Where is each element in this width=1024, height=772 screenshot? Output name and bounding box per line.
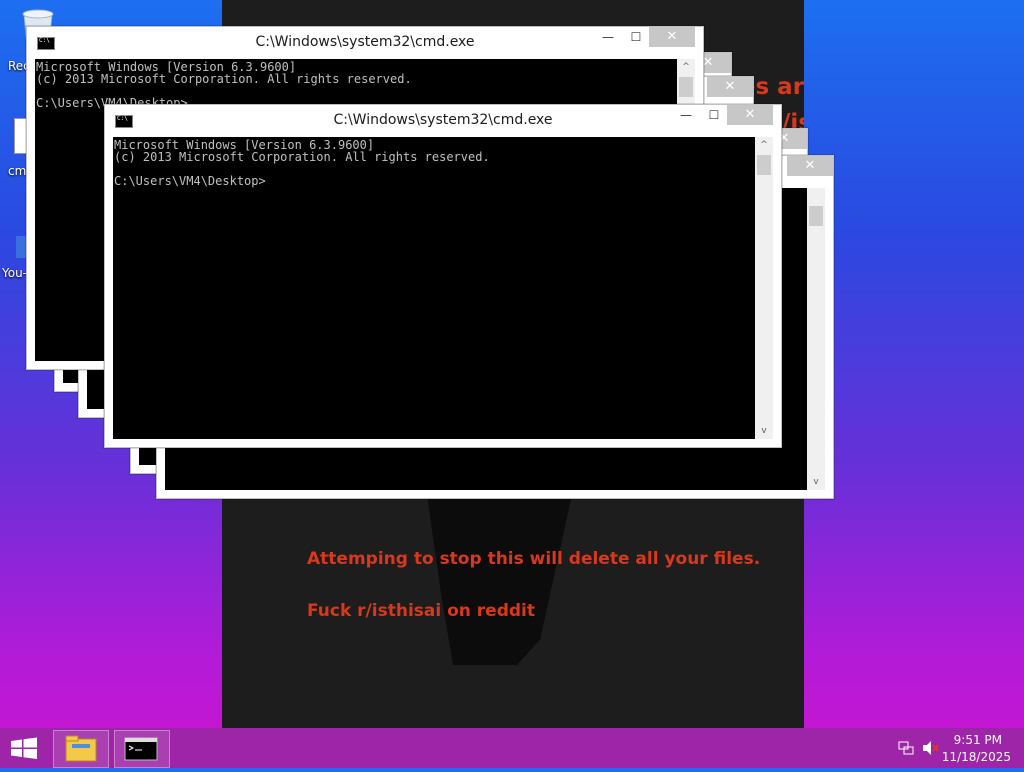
close-button[interactable]: ✕	[727, 105, 773, 125]
scroll-down-arrow[interactable]: v	[807, 474, 825, 490]
scrollbar[interactable]: ^ v	[755, 137, 773, 439]
shadow-figure	[427, 495, 572, 665]
folder-icon	[65, 735, 97, 762]
scrollbar-thumb[interactable]	[679, 77, 693, 97]
cmd-window-front[interactable]: C:\Windows\system32\cmd.exe — ☐ ✕ Micros…	[104, 104, 782, 448]
start-button[interactable]	[0, 728, 48, 768]
cmd-console[interactable]: Microsoft Windows [Version 6.3.9600] (c) …	[113, 137, 755, 439]
clock-time[interactable]: 9:51 PM	[954, 733, 1002, 747]
minimize-button[interactable]: —	[595, 27, 621, 47]
clock-date[interactable]: 11/18/2025	[942, 750, 1011, 764]
windows-logo-icon	[11, 737, 37, 759]
minimize-button[interactable]: —	[673, 105, 699, 125]
taskbar-command-prompt[interactable]	[114, 730, 170, 768]
scrollbar-thumb[interactable]	[757, 155, 771, 175]
volume-muted-icon[interactable]	[922, 740, 940, 756]
maximize-button[interactable]: ☐	[701, 105, 727, 125]
desktop-icon-label: cm	[8, 164, 27, 178]
scroll-down-arrow[interactable]: v	[755, 423, 773, 439]
close-button[interactable]: ✕	[649, 27, 695, 47]
scrollbar[interactable]: v	[807, 188, 825, 490]
scrollbar-thumb[interactable]	[809, 206, 823, 226]
reddit-message: Fuck r/isthisai on reddit	[307, 601, 536, 621]
taskbar: 9:51 PM 11/18/2025	[0, 728, 1024, 768]
close-button[interactable]: ✕	[707, 77, 753, 97]
close-button[interactable]: ✕	[787, 156, 833, 176]
taskbar-file-explorer[interactable]	[53, 730, 109, 768]
scroll-up-arrow[interactable]: ^	[755, 137, 773, 153]
scroll-up-arrow[interactable]: ^	[677, 59, 695, 75]
network-icon[interactable]	[898, 740, 914, 756]
console-line: (c) 2013 Microsoft Corporation. All righ…	[114, 150, 490, 164]
console-prompt: C:\Users\VM4\Desktop>	[114, 174, 266, 188]
console-line: (c) 2013 Microsoft Corporation. All righ…	[36, 72, 412, 86]
desktop-icon-label: You-	[2, 266, 28, 280]
cmd-icon	[124, 737, 158, 761]
maximize-button[interactable]: ☐	[623, 27, 649, 47]
warning-message: Attemping to stop this will delete all y…	[307, 549, 761, 569]
